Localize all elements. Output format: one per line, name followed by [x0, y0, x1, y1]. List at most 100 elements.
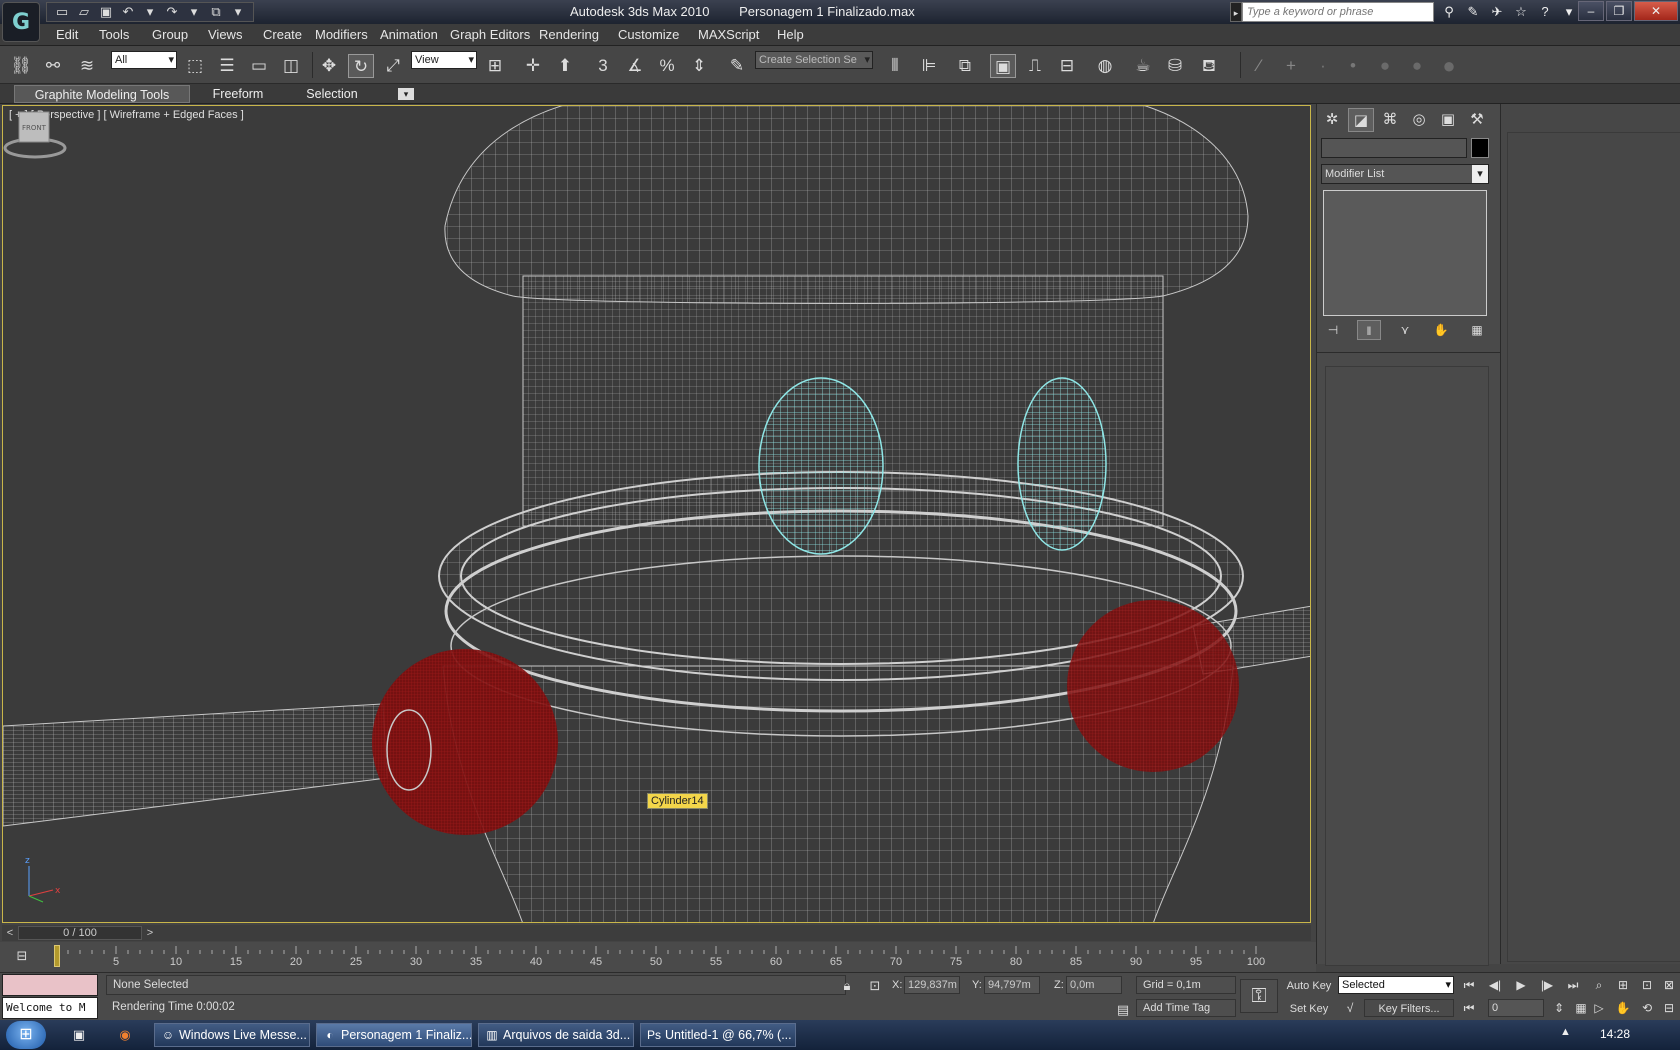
show-end-result-icon[interactable]: ‖	[1357, 320, 1381, 340]
search-input[interactable]	[1242, 2, 1434, 22]
align-icon[interactable]: ⊫	[916, 54, 942, 78]
task-photoshop[interactable]: Ps Untitled-1 @ 66,7% (...	[640, 1023, 796, 1047]
tab-selection[interactable]: Selection	[296, 85, 368, 103]
key-filters-button[interactable]: Key Filters...	[1364, 999, 1454, 1017]
time-tag-icon[interactable]: ▤	[1114, 1001, 1132, 1019]
perspective-viewport[interactable]: z x [ + ] [ Perspective ] [ Wireframe + …	[2, 105, 1311, 923]
add-time-tag[interactable]: Add Time Tag	[1136, 999, 1236, 1017]
menu-views[interactable]: Views	[208, 27, 242, 42]
plus-icon[interactable]: +	[1278, 54, 1304, 78]
undo-icon[interactable]: ↶	[119, 3, 137, 21]
rectangular-selection-icon[interactable]: ▭	[246, 54, 272, 78]
go-to-end-icon[interactable]: ⏭	[1562, 976, 1584, 994]
maximize-viewport-icon[interactable]: ⊟	[1658, 999, 1680, 1017]
time-slider[interactable]: < 0 / 100 >	[2, 925, 1311, 941]
show-desktop-icon[interactable]: ▣	[70, 1026, 88, 1044]
pivot-center-icon[interactable]: ⊞	[482, 54, 508, 78]
brush-icon[interactable]: ⁄	[1246, 54, 1272, 78]
key-mode-toggle-icon[interactable]: ⏮	[1458, 999, 1480, 1017]
object-color-swatch[interactable]	[1471, 138, 1489, 158]
display-tab-icon[interactable]: ▣	[1435, 108, 1461, 132]
create-tab-icon[interactable]: ✲	[1319, 108, 1345, 132]
viewcube-icon[interactable]: FRONT	[3, 106, 67, 160]
named-selection-dropdown[interactable]: Create Selection Se	[755, 51, 873, 69]
selection-lock-icon[interactable]: 🔒︎	[838, 977, 856, 995]
angle-snap-icon[interactable]: ∡	[622, 54, 648, 78]
keyboard-shortcut-override-icon[interactable]: ⬆	[552, 54, 578, 78]
set-key-button[interactable]: Set Key	[1284, 1000, 1334, 1018]
utilities-tab-icon[interactable]: ⚒	[1464, 108, 1490, 132]
make-unique-icon[interactable]: ⋎	[1393, 320, 1417, 340]
zoom-extents-icon[interactable]: ⊡	[1636, 976, 1658, 994]
window-crossing-icon[interactable]: ◫	[278, 54, 304, 78]
x-coordinate-field[interactable]: 129,837m	[904, 976, 960, 994]
track-ruler[interactable]: 5 10 15 20 25 30 35 40 45 50 55 60 65 70 75 80 85 90 95 100	[52, 942, 1272, 972]
quick-render-icon[interactable]: ⛾	[1196, 54, 1222, 78]
menu-animation[interactable]: Animation	[380, 27, 438, 42]
absolute-mode-icon[interactable]: ⊡	[866, 977, 884, 995]
orbit-icon[interactable]: ⟲	[1636, 999, 1658, 1017]
current-frame-field[interactable]: 0	[1488, 999, 1544, 1017]
tab-graphite-modeling-tools[interactable]: Graphite Modeling Tools	[14, 85, 190, 103]
mirror-icon[interactable]: ⫴	[882, 54, 908, 78]
circle-medium-icon[interactable]: ●	[1404, 54, 1430, 78]
select-object-icon[interactable]: ⬚	[182, 54, 208, 78]
edit-named-selection-icon[interactable]: ✎	[724, 54, 750, 78]
redo-icon[interactable]: ↷	[163, 3, 181, 21]
menu-modifiers[interactable]: Modifiers	[315, 27, 368, 42]
menu-rendering[interactable]: Rendering	[539, 27, 599, 42]
remove-modifier-icon[interactable]: ✋	[1429, 320, 1453, 340]
go-to-start-icon[interactable]: ⏮	[1458, 976, 1480, 994]
configure-sets-icon[interactable]: ▦	[1465, 320, 1489, 340]
task-explorer-folder[interactable]: ▥ Arquivos de saida 3d...	[478, 1023, 634, 1047]
hierarchy-tab-icon[interactable]: ⌘	[1377, 108, 1403, 132]
modifier-list-dropdown[interactable]: Modifier List	[1321, 164, 1489, 184]
previous-frame-icon[interactable]: ◀|	[1484, 976, 1506, 994]
menu-tools[interactable]: Tools	[99, 27, 129, 42]
curve-editor-icon[interactable]: ⎍	[1022, 54, 1048, 78]
set-key-icon[interactable]: ⚿	[1240, 979, 1278, 1013]
task-3ds-max[interactable]: ◐ Personagem 1 Finaliz...	[316, 1023, 472, 1047]
start-button[interactable]: ⊞	[6, 1021, 46, 1049]
save-file-icon[interactable]: ▣	[97, 3, 115, 21]
select-by-name-icon[interactable]: ☰	[214, 54, 240, 78]
pan-view-icon[interactable]: ✋	[1612, 999, 1634, 1017]
zoom-extents-all-icon[interactable]: ⊠	[1658, 976, 1680, 994]
key-mode-dropdown[interactable]: Selected	[1338, 976, 1454, 994]
show-hidden-icons-icon[interactable]: ▲	[1560, 1026, 1571, 1038]
time-slider-handle[interactable]: 0 / 100	[18, 926, 142, 940]
dot-medium-icon[interactable]: •	[1340, 54, 1366, 78]
minimize-button[interactable]: –	[1578, 1, 1604, 21]
circle-small-icon[interactable]: ●	[1372, 54, 1398, 78]
time-cursor[interactable]	[54, 945, 60, 967]
y-coordinate-field[interactable]: 94,797m	[984, 976, 1040, 994]
application-button[interactable]: G	[2, 2, 40, 42]
reference-coordinate-dropdown[interactable]: View	[411, 51, 477, 69]
spinner-snap-icon[interactable]: ⇕	[686, 54, 712, 78]
bind-space-warp-icon[interactable]: ≋	[74, 54, 100, 78]
pin-stack-icon[interactable]: ⊣	[1321, 320, 1345, 340]
snaps-toggle-icon[interactable]: 3	[590, 54, 616, 78]
z-coordinate-field[interactable]: 0,0m	[1066, 976, 1122, 994]
motion-tab-icon[interactable]: ◎	[1406, 108, 1432, 132]
search-expand-icon[interactable]: ▸	[1230, 2, 1242, 22]
play-icon[interactable]: ▶	[1510, 976, 1532, 994]
close-button[interactable]: ✕	[1634, 1, 1678, 21]
menu-create[interactable]: Create	[263, 27, 302, 42]
track-bar[interactable]: ⊟ 5 10 15 20 25 30 35 40 45 50 55 60 65 70 75 80 85 90 95 1…	[0, 942, 1316, 972]
help-dropdown-icon[interactable]: ▾	[1560, 3, 1578, 21]
graphite-toggle-icon[interactable]: ▣	[990, 54, 1016, 78]
schematic-view-icon[interactable]: ⊟	[1054, 54, 1080, 78]
next-frame-icon[interactable]: |▶	[1536, 976, 1558, 994]
manipulate-icon[interactable]: ✛	[520, 54, 546, 78]
object-name-field[interactable]	[1321, 138, 1467, 158]
selection-filter-dropdown[interactable]: All	[111, 51, 177, 69]
circle-large-icon[interactable]: ●	[1436, 54, 1462, 78]
communication-icon[interactable]: ✈	[1488, 3, 1506, 21]
select-and-link-icon[interactable]: ⛓	[8, 54, 34, 78]
rotate-icon[interactable]: ↻	[348, 54, 374, 78]
time-slider-previous-icon[interactable]: <	[2, 925, 18, 941]
firefox-icon[interactable]: ◉	[116, 1026, 134, 1044]
dot-small-icon[interactable]: ·	[1310, 54, 1336, 78]
maximize-button[interactable]: ❐	[1606, 1, 1632, 21]
